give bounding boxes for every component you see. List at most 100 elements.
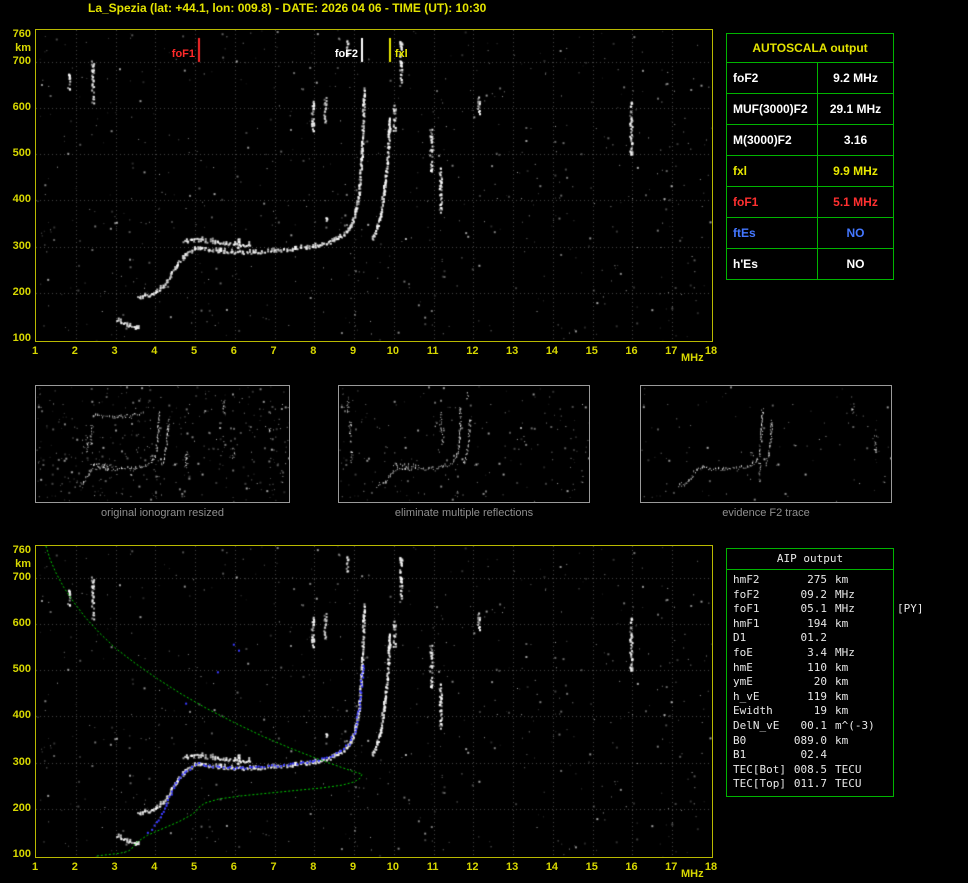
x-tick-label: 8 [310,345,317,357]
autoscala-parameter-name: fxl [727,156,818,186]
aip-parameter-unit [827,748,835,763]
autoscala-table-row: MUF(3000)F2 29.1 MHz [727,94,893,125]
y-tick-label: 200 [12,285,31,298]
x-tick-label: 7 [270,861,277,873]
x-tick-label: 16 [625,345,638,357]
aip-parameter-value: 3.4 [807,645,827,659]
x-tick-label: 11 [426,345,439,357]
aip-table-row: B1 02.4 [727,748,893,763]
autoscala-parameter-name: MUF(3000)F2 [727,94,818,124]
aip-table-row: ymE 20 km [727,675,893,690]
aip-parameter-name: B0 [733,733,747,747]
aip-parameter-name: foF1 [733,602,760,616]
autoscala-table-row: M(3000)F2 3.16 [727,125,893,156]
page-title: La_Spezia (lat: +44.1, lon: 009.8) - DAT… [88,1,487,15]
aip-table-row: foF1 05.1 MHz [PY] [727,602,924,617]
x-tick-label: 6 [230,345,237,357]
aip-parameter-unit: km [835,660,849,674]
y-tick-label: 100 [12,331,31,344]
x-tick-label: 11 [426,861,439,873]
autoscala-table-row: ftEs NO [727,218,893,249]
aip-table-row: D1 01.2 [727,631,893,646]
thumbnail-no-multiples [338,385,590,503]
autoscala-parameter-name: ftEs [727,218,818,248]
y-tick-label: 700 [12,55,31,68]
aip-parameter-value: 089.0 [793,733,827,747]
aip-parameter-name: foF2 [733,587,760,601]
aip-parameter-name: TEC[Top] [733,777,786,791]
aip-parameter-unit: km [835,675,849,689]
y-tick-label: 300 [12,755,31,768]
aip-row-note: [PY] [897,602,924,616]
autoscala-parameter-value: NO [846,226,865,240]
aip-parameter-value: 02.4 [800,748,828,762]
aip-table-rows: hmF2 275 km foF2 09.2 MHz foF1 05.1 MHz [PY] hmF1 1… [727,570,924,796]
aip-parameter-unit: km [835,616,849,630]
fxl-marker-label: fxl [394,48,408,60]
thumbnail-f2-trace-canvas [641,386,891,502]
autoscala-table-row: h'Es NO [727,249,893,279]
fof1-marker-label: foF1 [171,48,196,60]
autoscala-parameter-name: h'Es [727,249,818,279]
autoscala-table-row: foF2 9.2 MHz [727,63,893,94]
autoscala-parameter-value: 29.1 MHz [829,102,882,116]
x-tick-label: 3 [111,861,118,873]
aip-table-row: DelN_vE 00.1 m^(-3) [727,719,893,734]
x-tick-label: 4 [151,861,158,873]
x-tick-label: 5 [190,345,198,357]
aip-table-row: hmF2 275 km [727,573,893,588]
x-tick-label: 17 [665,345,678,357]
x-tick-label: 4 [151,345,158,357]
y-tick-label: 600 [12,101,31,114]
aip-parameter-value: 194 [807,616,827,630]
ionogram-profile-plot [35,545,713,858]
aip-table-row: hmE 110 km [727,661,893,676]
aip-parameter-name: foE [733,645,753,659]
autoscala-parameter-name: M(3000)F2 [727,125,818,155]
autoscala-parameter-value: NO [846,257,865,271]
y-tick-label: 400 [12,193,31,206]
x-tick-label: 14 [545,345,559,357]
fof2-marker-label: foF2 [334,48,359,60]
y-tick-label: 500 [12,147,31,160]
x-tick-label: 10 [386,345,399,357]
x-tick-label: 7 [270,345,277,357]
aip-parameter-name: TEC[Bot] [733,762,786,776]
aip-parameter-unit: m^(-3) [835,718,875,732]
aip-parameter-value: 008.5 [793,762,827,776]
aip-parameter-name: h_vE [733,689,760,703]
aip-parameter-name: Ewidth [733,704,773,718]
x-tick-label: 5 [190,861,198,873]
y-tick-label: 300 [12,239,31,252]
x-tick-label: 3 [111,345,118,357]
aip-table-title: AIP output [727,549,893,570]
ionogram-profile-canvas [36,546,712,857]
x-tick-label: 1 [31,861,39,873]
autoscala-table-row: fxl 9.9 MHz [727,156,893,187]
thumbnail-f2-trace [640,385,892,503]
x-tick-label: 18 [704,345,718,357]
aip-parameter-unit: MHz [835,587,855,601]
thumbnail-no-multiples-canvas [339,386,589,502]
aip-table-row: h_vE 119 km [727,690,893,705]
x-tick-label: 9 [350,861,357,873]
x-tick-label: 18 [704,861,718,873]
aip-parameter-unit: TECU [835,777,862,791]
aip-parameter-value: 00.1 [800,718,828,732]
y-tick-label: 760 [12,27,31,40]
x-tick-label: 15 [585,345,598,357]
thumbnail-caption: eliminate multiple reflections [394,507,534,519]
x-tick-label: 2 [71,345,78,357]
x-tick-label: 1 [31,345,39,357]
aip-parameter-name: hmF2 [733,573,760,586]
aip-table-row: B0 089.0 km [727,734,893,749]
x-tick-label: 6 [230,861,237,873]
aip-parameter-value: 19 [813,704,827,718]
aip-parameter-name: hmF1 [733,616,760,630]
aip-parameter-name: ymE [733,675,753,689]
x-tick-label: 12 [466,345,479,357]
aip-table-row: TEC[Bot] 008.5 TECU [727,763,893,778]
aip-parameter-name: D1 [733,631,747,645]
aip-parameter-unit: km [835,689,849,703]
autoscala-table-row: foF1 5.1 MHz [727,187,893,218]
